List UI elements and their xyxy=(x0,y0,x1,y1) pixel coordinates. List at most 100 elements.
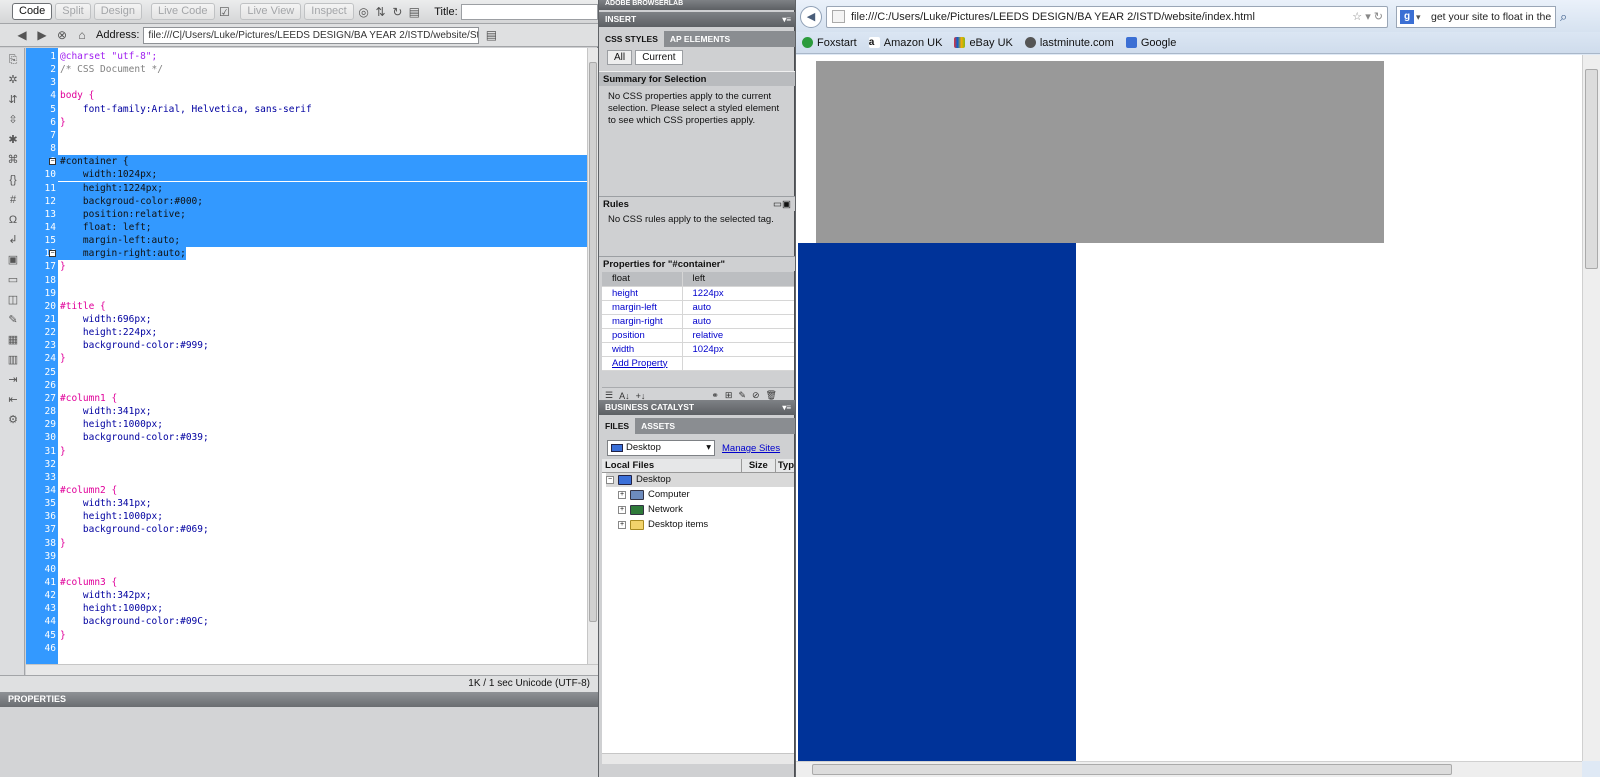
code-line[interactable]: #container { xyxy=(60,155,129,168)
apply-comment-icon[interactable]: ▭ xyxy=(5,272,21,288)
business-catalyst-header[interactable]: BUSINESS CATALYST ▾≡ xyxy=(599,400,795,415)
code-line[interactable]: } xyxy=(60,116,66,129)
search-icon[interactable]: ⌕ xyxy=(1560,9,1567,25)
tree-item-network[interactable]: + Network xyxy=(618,503,683,517)
google-search-icon[interactable]: g xyxy=(1400,10,1414,24)
insert-panel-header[interactable]: INSERT ▾≡ xyxy=(599,12,795,27)
highlight-invalid-code-icon[interactable]: Ω xyxy=(5,212,21,228)
code-editor[interactable]: @charset "utf-8";/* CSS Document */ body … xyxy=(58,48,587,664)
code-line[interactable]: #column3 { xyxy=(60,576,117,589)
code-line[interactable]: width:342px; xyxy=(60,589,152,602)
rules-view-icons[interactable]: ▭▣ xyxy=(773,197,791,212)
property-row[interactable]: width 1024px xyxy=(602,342,794,357)
select-parent-tag-icon[interactable]: ⌘ xyxy=(5,152,21,168)
local-files-column[interactable]: Local Files xyxy=(602,459,742,472)
browserlab-panel-header[interactable]: ADOBE BROWSERLAB xyxy=(599,0,795,10)
code-line[interactable]: } xyxy=(60,260,66,273)
code-line[interactable]: height:1224px; xyxy=(60,182,163,195)
tab-assets[interactable]: ASSETS xyxy=(635,418,682,434)
property-value[interactable]: auto xyxy=(682,314,794,329)
tree-item-desktop[interactable]: − Desktop xyxy=(606,473,794,487)
line-numbers-icon[interactable]: # xyxy=(5,192,21,208)
home-icon[interactable]: ⌂ xyxy=(74,27,90,43)
design-view-button[interactable]: Design xyxy=(93,3,142,20)
forward-icon[interactable]: ▶ xyxy=(34,27,50,43)
expand-icon[interactable]: + xyxy=(618,491,626,499)
files-horizontal-scrollbar[interactable] xyxy=(602,753,794,764)
panel-menu-icon[interactable]: ▾≡ xyxy=(782,12,791,27)
code-vertical-scrollbar[interactable] xyxy=(587,48,598,664)
property-row[interactable]: position relative xyxy=(602,328,794,343)
collapse-full-tag-icon[interactable]: ⇵ xyxy=(5,92,21,108)
file-management-icon[interactable]: ⇅ xyxy=(374,4,388,20)
code-line[interactable]: background-color:#999; xyxy=(60,339,209,352)
browser-vertical-scrollbar[interactable] xyxy=(1582,55,1600,761)
tab-files[interactable]: FILES xyxy=(599,418,636,434)
address-input[interactable]: file:///C|/Users/Luke/Pictures/LEEDS DES… xyxy=(143,26,480,44)
property-value[interactable]: left xyxy=(682,272,794,287)
code-line[interactable]: width:696px; xyxy=(60,313,152,326)
search-engine-dropdown-icon[interactable]: ▾ xyxy=(1416,7,1421,27)
code-line[interactable]: background-color:#039; xyxy=(60,431,209,444)
indent-code-icon[interactable]: ⇥ xyxy=(5,372,21,388)
split-view-button[interactable]: Split xyxy=(55,3,91,20)
code-line[interactable]: margin-left:auto; xyxy=(60,234,180,247)
property-row[interactable]: margin-left auto xyxy=(602,300,794,315)
bookmark-google[interactable]: Google xyxy=(1125,37,1176,49)
format-source-icon[interactable]: ⚙ xyxy=(5,412,21,428)
syntax-coloring-icon[interactable]: ▣ xyxy=(5,252,21,268)
bookmark-star-icon[interactable]: ☆ ▾ ↻ xyxy=(1352,7,1383,27)
fold-marker-icon[interactable]: − xyxy=(49,158,56,166)
refresh-icon[interactable]: ↻ xyxy=(390,4,404,20)
code-line[interactable]: float: left; xyxy=(60,221,152,234)
scroll-thumb[interactable] xyxy=(812,764,1452,775)
code-line[interactable]: } xyxy=(60,352,66,365)
code-line[interactable]: /* CSS Document */ xyxy=(60,63,163,76)
live-code-button[interactable]: Live Code xyxy=(150,3,215,20)
code-line[interactable]: position:relative; xyxy=(60,208,186,221)
scroll-thumb[interactable] xyxy=(589,62,597,622)
type-column[interactable]: Typ xyxy=(776,459,794,472)
collapse-icon[interactable]: − xyxy=(606,476,614,484)
code-line[interactable]: background-color:#09C; xyxy=(60,615,209,628)
code-line[interactable]: } xyxy=(60,537,66,550)
browser-horizontal-scrollbar[interactable] xyxy=(796,761,1582,777)
properties-panel-header[interactable]: PROPERTIES xyxy=(0,692,598,707)
bookmark-ebay[interactable]: eBay UK xyxy=(954,37,1013,49)
set-properties-icon[interactable]: +↓ xyxy=(636,391,646,401)
code-horizontal-scrollbar[interactable] xyxy=(26,664,598,675)
alpha-view-icon[interactable]: A↓ xyxy=(619,391,630,401)
expand-all-icon[interactable]: ✱ xyxy=(5,132,21,148)
code-line[interactable]: } xyxy=(60,629,66,642)
show-code-navigator-icon[interactable]: ✲ xyxy=(5,72,21,88)
open-documents-icon[interactable]: ⎘ xyxy=(5,52,21,68)
inspect-button[interactable]: Inspect xyxy=(304,3,354,20)
code-line[interactable]: background-color:#069; xyxy=(60,523,209,536)
tree-item-desktop-items[interactable]: + Desktop items xyxy=(618,518,708,532)
manage-sites-link[interactable]: Manage Sites xyxy=(722,443,780,454)
move-css-icon[interactable]: ▥ xyxy=(5,352,21,368)
property-row[interactable]: Add Property xyxy=(602,356,794,371)
tab-css-styles[interactable]: CSS STYLES xyxy=(599,31,664,47)
code-line[interactable]: body { xyxy=(60,89,94,102)
property-value[interactable]: 1024px xyxy=(682,342,794,357)
live-view-button[interactable]: Live View xyxy=(240,3,302,20)
property-row[interactable]: margin-right auto xyxy=(602,314,794,329)
stop-icon[interactable]: ⊗ xyxy=(54,27,70,43)
code-line[interactable]: height:1000px; xyxy=(60,418,163,431)
tree-item-computer[interactable]: + Computer xyxy=(618,488,690,502)
property-value[interactable]: relative xyxy=(682,328,794,343)
title-input[interactable] xyxy=(460,3,598,20)
outdent-code-icon[interactable]: ⇤ xyxy=(5,392,21,408)
code-line[interactable]: width:341px; xyxy=(60,497,152,510)
browser-options-icon[interactable]: ▤ xyxy=(483,27,499,43)
code-line[interactable]: margin-right:auto; xyxy=(60,247,186,260)
remove-comment-icon[interactable]: ◫ xyxy=(5,292,21,308)
code-line[interactable]: width:341px; xyxy=(60,405,152,418)
site-select[interactable]: Desktop ▾ xyxy=(607,440,715,456)
property-value[interactable]: 1224px xyxy=(682,286,794,301)
bookmark-foxstart[interactable]: Foxstart xyxy=(802,37,857,49)
recent-snippets-icon[interactable]: ▦ xyxy=(5,332,21,348)
expand-icon[interactable]: + xyxy=(618,506,626,514)
code-line[interactable]: font-family:Arial, Helvetica, sans-serif xyxy=(60,103,312,116)
